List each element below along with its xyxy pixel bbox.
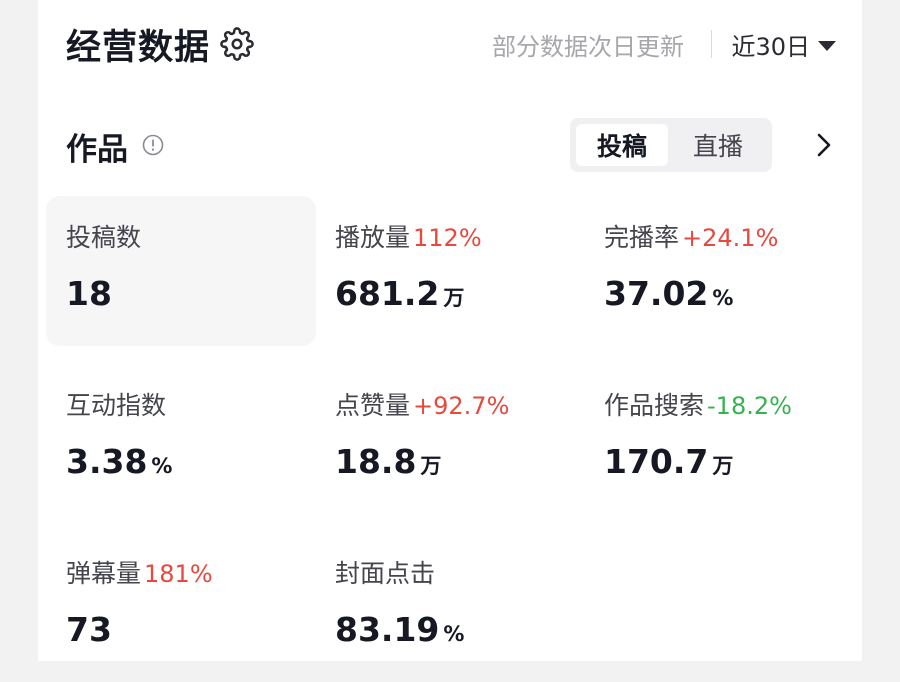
header: 经营数据 部分数据次日更新 近30日 <box>66 18 836 70</box>
metric-name: 封面点击 <box>335 559 436 588</box>
metric-number: 18 <box>66 274 112 313</box>
metric-tile[interactable]: 点赞量 +92.7% 18.8 万 <box>315 364 585 514</box>
metric-label: 完播率 +24.1% <box>604 218 778 254</box>
metric-value: 83.19% <box>335 610 464 649</box>
metric-unit: % <box>443 622 465 646</box>
metric-name: 完播率 <box>604 223 680 252</box>
metric-number: 3.38 <box>66 442 148 481</box>
update-note: 部分数据次日更新 <box>492 33 684 61</box>
metric-name: 互动指数 <box>66 391 167 420</box>
metric-value: 3.38% <box>66 442 172 481</box>
metric-number: 18.8 <box>335 442 417 481</box>
chevron-right-icon[interactable] <box>814 132 834 158</box>
metric-unit: 万 <box>712 454 734 478</box>
metric-name: 投稿数 <box>66 223 142 252</box>
metric-label: 弹幕量 181% <box>66 554 213 590</box>
metric-label: 播放量 112% <box>335 218 482 254</box>
metric-change: 112% <box>413 224 482 252</box>
info-icon[interactable] <box>142 134 164 156</box>
metric-name: 作品搜索 <box>604 391 705 420</box>
metric-name: 点赞量 <box>335 391 411 420</box>
gear-icon[interactable] <box>220 27 254 61</box>
tab-live[interactable]: 直播 <box>672 124 764 166</box>
metric-tile[interactable]: 投稿数 18 <box>46 196 316 346</box>
caret-down-icon <box>818 40 836 51</box>
metric-label: 封面点击 <box>335 554 435 590</box>
metric-unit: 万 <box>420 454 442 478</box>
metric-number: 681.2 <box>335 274 440 313</box>
metric-value: 170.7 万 <box>604 442 733 481</box>
section-title: 作品 <box>66 132 128 168</box>
metric-number: 37.02 <box>604 274 709 313</box>
metric-unit: 万 <box>443 286 465 310</box>
metric-unit: % <box>151 454 173 478</box>
metric-name: 弹幕量 <box>66 559 142 588</box>
metric-value: 681.2 万 <box>335 274 464 313</box>
metric-value: 73 <box>66 610 112 649</box>
metric-value: 18 <box>66 274 112 313</box>
metric-tile[interactable]: 弹幕量 181% 73 <box>46 532 316 682</box>
metric-value: 37.02% <box>604 274 733 313</box>
metric-number: 73 <box>66 610 112 649</box>
content-type-toggle: 投稿 直播 <box>570 118 772 172</box>
metric-tile[interactable]: 作品搜索 -18.2% 170.7 万 <box>584 364 854 514</box>
metric-change: +92.7% <box>413 392 510 420</box>
metric-number: 170.7 <box>604 442 709 481</box>
metric-change: -18.2% <box>707 392 792 420</box>
works-section-header: 作品 投稿 直播 <box>66 118 840 174</box>
metric-number: 83.19 <box>335 610 440 649</box>
metric-tile[interactable]: 封面点击 83.19% <box>315 532 585 682</box>
metric-label: 点赞量 +92.7% <box>335 386 509 422</box>
page-title: 经营数据 <box>66 27 211 68</box>
metric-tile[interactable]: 互动指数 3.38% <box>46 364 316 514</box>
date-range-label: 近30日 <box>731 33 810 61</box>
metric-name: 播放量 <box>335 223 411 252</box>
tab-submissions[interactable]: 投稿 <box>576 124 668 166</box>
metric-tile[interactable]: 播放量 112% 681.2 万 <box>315 196 585 346</box>
header-divider <box>711 30 712 58</box>
metric-value: 18.8 万 <box>335 442 441 481</box>
metric-label: 互动指数 <box>66 386 166 422</box>
metric-unit: % <box>712 286 734 310</box>
metric-label: 投稿数 <box>66 218 141 254</box>
metric-change: +24.1% <box>682 224 779 252</box>
date-range-dropdown[interactable]: 近30日 <box>731 27 836 62</box>
metric-label: 作品搜索 -18.2% <box>604 386 792 422</box>
metric-change: 181% <box>144 560 213 588</box>
metric-tile[interactable]: 完播率 +24.1% 37.02% <box>584 196 854 346</box>
